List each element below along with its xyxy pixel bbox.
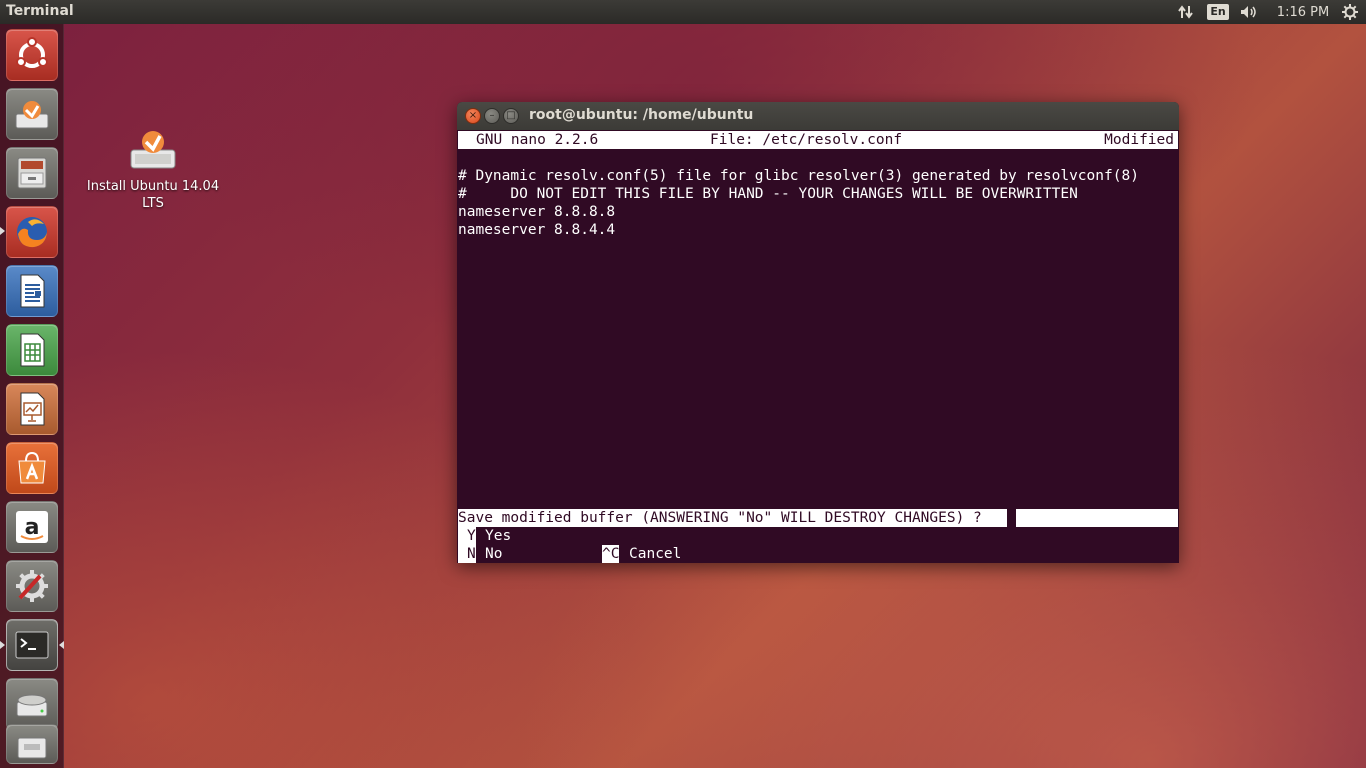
prompt-option-row: Y Yes (458, 527, 1178, 545)
cancel-option-label[interactable]: Cancel (629, 545, 681, 563)
sound-icon[interactable] (1238, 0, 1260, 24)
nano-modified-status: Modified (1104, 132, 1174, 148)
keyboard-layout-icon[interactable]: En (1207, 0, 1229, 24)
running-indicator (0, 641, 5, 649)
terminal-icon (15, 631, 49, 659)
save-prompt-bar[interactable]: Save modified buffer (ANSWERING "No" WIL… (458, 509, 1178, 527)
launcher-firefox[interactable] (6, 206, 58, 258)
maximize-icon: □ (506, 110, 516, 121)
keyboard-layout-label: En (1207, 4, 1229, 20)
dash-home-button[interactable] (6, 29, 58, 81)
impress-icon (20, 392, 45, 426)
running-indicator (0, 227, 5, 235)
launcher-amazon[interactable]: a (6, 501, 58, 553)
prompt-option-row: N No ^C Cancel (458, 545, 1178, 563)
file-line[interactable]: # Dynamic resolv.conf(5) file for glibc … (458, 167, 1139, 185)
launcher-impress[interactable] (6, 383, 58, 435)
cancel-shortcut-key[interactable]: ^C (602, 545, 620, 563)
launcher-install-ubuntu[interactable] (6, 88, 58, 140)
top-panel: Terminal En 1:16 PM (0, 0, 1366, 24)
maximize-button[interactable]: □ (503, 108, 519, 124)
close-icon: × (468, 110, 478, 121)
gear-icon[interactable] (1340, 0, 1360, 24)
minimize-icon: – (489, 110, 495, 121)
drive-icon (16, 694, 48, 717)
window-titlebar[interactable]: × – □ root@ubuntu: /home/ubuntu (457, 102, 1179, 130)
launcher-drive[interactable] (6, 678, 58, 730)
focused-indicator (59, 641, 64, 649)
minimize-button[interactable]: – (484, 108, 500, 124)
calc-icon (20, 333, 45, 367)
launcher-software-center[interactable] (6, 442, 58, 494)
launcher-trash[interactable] (6, 724, 58, 764)
file-line[interactable]: nameserver 8.8.8.8 (458, 203, 615, 221)
trash-icon (17, 737, 47, 759)
ubuntu-logo-icon (16, 37, 48, 68)
launcher-writer[interactable] (6, 265, 58, 317)
writer-icon (20, 274, 45, 308)
terminal-window[interactable]: × – □ root@ubuntu: /home/ubuntu GNU nano… (457, 102, 1179, 563)
nano-filename: File: /etc/resolv.conf (710, 132, 903, 148)
nano-header-bar: GNU nano 2.2.6 File: /etc/resolv.conf Mo… (458, 131, 1178, 149)
launcher-calc[interactable] (6, 324, 58, 376)
launcher-system-settings[interactable] (6, 560, 58, 612)
install-ubuntu-icon (15, 101, 49, 129)
svg-text:a: a (25, 515, 40, 540)
prompt-cursor-gap (1007, 509, 1016, 527)
launcher: a (0, 24, 64, 768)
desktop-icon-label: Install Ubuntu 14.04 LTS (86, 179, 220, 211)
window-title: root@ubuntu: /home/ubuntu (529, 107, 754, 123)
file-cabinet-icon (17, 157, 47, 189)
clock[interactable]: 1:16 PM (1276, 0, 1330, 24)
file-line[interactable]: # DO NOT EDIT THIS FILE BY HAND -- YOUR … (458, 185, 1078, 203)
network-icon[interactable] (1176, 0, 1196, 24)
active-app-title: Terminal (6, 3, 74, 19)
yes-shortcut-key[interactable]: Y (458, 527, 476, 545)
settings-icon (16, 570, 48, 602)
no-shortcut-key[interactable]: N (458, 545, 476, 563)
firefox-icon (17, 217, 47, 248)
desktop-install-ubuntu[interactable]: Install Ubuntu 14.04 LTS (82, 124, 224, 212)
launcher-files[interactable] (6, 147, 58, 199)
save-prompt-text: Save modified buffer (ANSWERING "No" WIL… (458, 510, 991, 526)
no-option-label[interactable]: No (485, 545, 502, 563)
software-center-icon (18, 451, 46, 484)
launcher-terminal[interactable] (6, 619, 58, 671)
file-line[interactable]: nameserver 8.8.4.4 (458, 221, 615, 239)
nano-version: GNU nano 2.2.6 (476, 132, 599, 148)
yes-option-label[interactable]: Yes (485, 527, 511, 545)
close-button[interactable]: × (465, 108, 481, 124)
amazon-icon: a (16, 511, 48, 543)
terminal-content[interactable]: GNU nano 2.2.6 File: /etc/resolv.conf Mo… (458, 130, 1178, 563)
install-ubuntu-icon (130, 131, 176, 169)
